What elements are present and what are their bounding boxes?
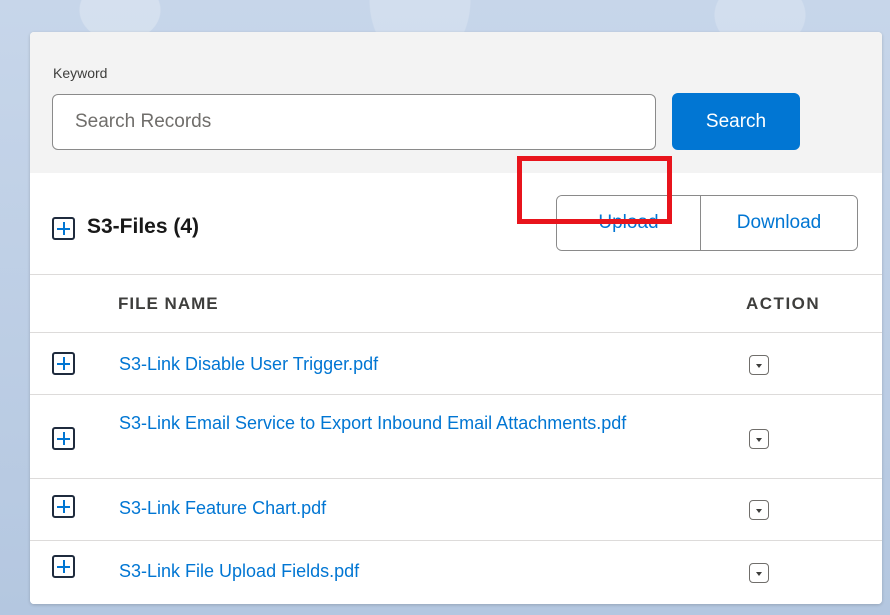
column-header-action: ACTION <box>746 294 821 313</box>
search-panel: Keyword Search <box>30 32 882 173</box>
column-header-file-name: FILE NAME <box>118 294 219 313</box>
table-row: S3-Link Feature Chart.pdf <box>30 479 882 541</box>
file-link[interactable]: S3-Link Feature Chart.pdf <box>119 495 639 521</box>
table-row: S3-Link Email Service to Export Inbound … <box>30 395 882 479</box>
s3-files-card: Keyword Search S3-Files (4) Upload Downl… <box>30 32 882 604</box>
file-link[interactable]: S3-Link Disable User Trigger.pdf <box>119 351 639 377</box>
search-button[interactable]: Search <box>672 93 800 150</box>
table-header: FILE NAME ACTION <box>30 275 882 333</box>
file-link[interactable]: S3-Link Email Service to Export Inbound … <box>119 410 639 436</box>
upload-button[interactable]: Upload <box>557 196 701 250</box>
chevron-down-icon[interactable] <box>749 500 769 520</box>
plus-square-icon[interactable] <box>52 217 75 240</box>
keyword-label: Keyword <box>53 65 108 81</box>
chevron-down-icon[interactable] <box>749 563 769 583</box>
search-input[interactable] <box>52 94 656 150</box>
plus-square-icon[interactable] <box>52 495 75 518</box>
download-button[interactable]: Download <box>701 196 857 250</box>
file-link[interactable]: S3-Link File Upload Fields.pdf <box>119 558 639 584</box>
table-row: S3-Link Disable User Trigger.pdf <box>30 333 882 395</box>
chevron-down-icon[interactable] <box>749 429 769 449</box>
plus-square-icon[interactable] <box>52 555 75 578</box>
plus-square-icon[interactable] <box>52 427 75 450</box>
chevron-down-icon[interactable] <box>749 355 769 375</box>
section-title: S3-Files (4) <box>87 215 200 238</box>
upload-download-button-group: Upload Download <box>556 195 858 251</box>
files-header: S3-Files (4) Upload Download <box>30 173 882 275</box>
plus-square-icon[interactable] <box>52 352 75 375</box>
table-row: S3-Link File Upload Fields.pdf <box>30 541 882 604</box>
